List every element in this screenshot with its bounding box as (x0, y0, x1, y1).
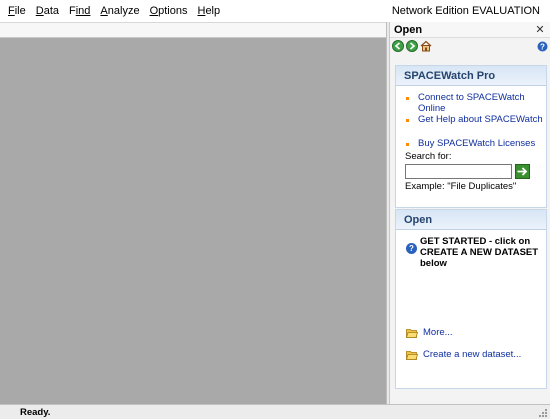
arrow-right-icon (517, 167, 528, 176)
menu-file-label: ile (14, 5, 26, 17)
bullet-icon (406, 97, 409, 100)
menu-find-label: ind (75, 5, 91, 17)
back-icon[interactable] (392, 40, 404, 52)
create-dataset-link[interactable]: Create a new dataset... (406, 349, 521, 360)
close-icon[interactable]: ✕ (534, 23, 546, 36)
question-icon: ? (406, 243, 417, 254)
help-glyph: ? (540, 42, 545, 51)
get-help-spacewatch-link[interactable]: Get Help about SPACEWatch (406, 114, 543, 125)
help-icon[interactable]: ? (536, 40, 548, 52)
forward-icon[interactable] (406, 40, 418, 52)
open-card: Open ? GET STARTED - click on CREATE A N… (395, 209, 547, 389)
panel-header: Open ✕ (390, 22, 550, 38)
bullet-icon (406, 119, 409, 122)
menu-file[interactable]: File (0, 0, 31, 22)
search-input[interactable] (405, 164, 512, 179)
menu-find[interactable]: Find (64, 0, 95, 22)
status-text: Ready. (20, 406, 51, 418)
get-started-text: GET STARTED - click on CREATE A NEW DATA… (420, 236, 539, 269)
menu-options[interactable]: Options (145, 0, 193, 22)
get-started-item[interactable]: ? GET STARTED - click on CREATE A NEW DA… (406, 236, 544, 269)
connect-spacewatch-label: Connect to SPACEWatch Online (418, 92, 525, 114)
folder-open-icon (406, 350, 418, 360)
buy-licenses-label: Buy SPACEWatch Licenses (418, 138, 536, 149)
more-label: More... (423, 327, 453, 338)
menu-analyze-accel: A (100, 5, 108, 17)
search-go-button[interactable] (515, 164, 530, 179)
bullet-icon (406, 143, 409, 146)
panel-toolbar: ? (390, 38, 550, 54)
resize-grip-icon[interactable] (538, 408, 548, 418)
menu-analyze[interactable]: Analyze (95, 0, 144, 22)
home-icon[interactable] (420, 40, 432, 52)
menu-file-accel: F (8, 5, 15, 17)
menu-analyze-label: nalyze (107, 5, 140, 17)
menu-data[interactable]: Data (31, 0, 64, 22)
document-toolbar (0, 22, 386, 38)
folder-open-icon (406, 328, 418, 338)
menu-options-label: ptions (158, 5, 188, 17)
get-help-spacewatch-label: Get Help about SPACEWatch (418, 114, 543, 125)
more-link[interactable]: More... (406, 327, 453, 338)
search-label: Search for: (405, 151, 452, 162)
connect-spacewatch-link[interactable]: Connect to SPACEWatch Online (406, 92, 543, 114)
spacewatch-card: SPACEWatch Pro Connect to SPACEWatch Onl… (395, 65, 547, 208)
menu-help-label: elp (205, 5, 221, 17)
status-bar: Ready. (0, 404, 550, 419)
menu-data-accel: D (35, 5, 44, 17)
menu-help[interactable]: Help (192, 0, 225, 22)
workspace-area (0, 38, 386, 404)
menu-data-label: ata (43, 5, 59, 17)
open-header: Open (396, 210, 546, 230)
menu-bar: File Data Find Analyze Options Help Netw… (0, 0, 550, 22)
menu-find-key: F (69, 5, 76, 17)
open-task-panel: Open ✕ ? SPACEWatch Pro Connect to SPACE… (389, 22, 550, 404)
create-dataset-label: Create a new dataset... (423, 349, 522, 360)
buy-licenses-link[interactable]: Buy SPACEWatch Licenses (406, 138, 535, 149)
search-example: Example: "File Duplicates" (405, 181, 517, 192)
menu-options-accel: O (149, 5, 159, 17)
panel-title: Open (394, 23, 423, 36)
spacewatch-header: SPACEWatch Pro (396, 66, 546, 86)
edition-label: Network Edition EVALUATION (391, 5, 540, 17)
